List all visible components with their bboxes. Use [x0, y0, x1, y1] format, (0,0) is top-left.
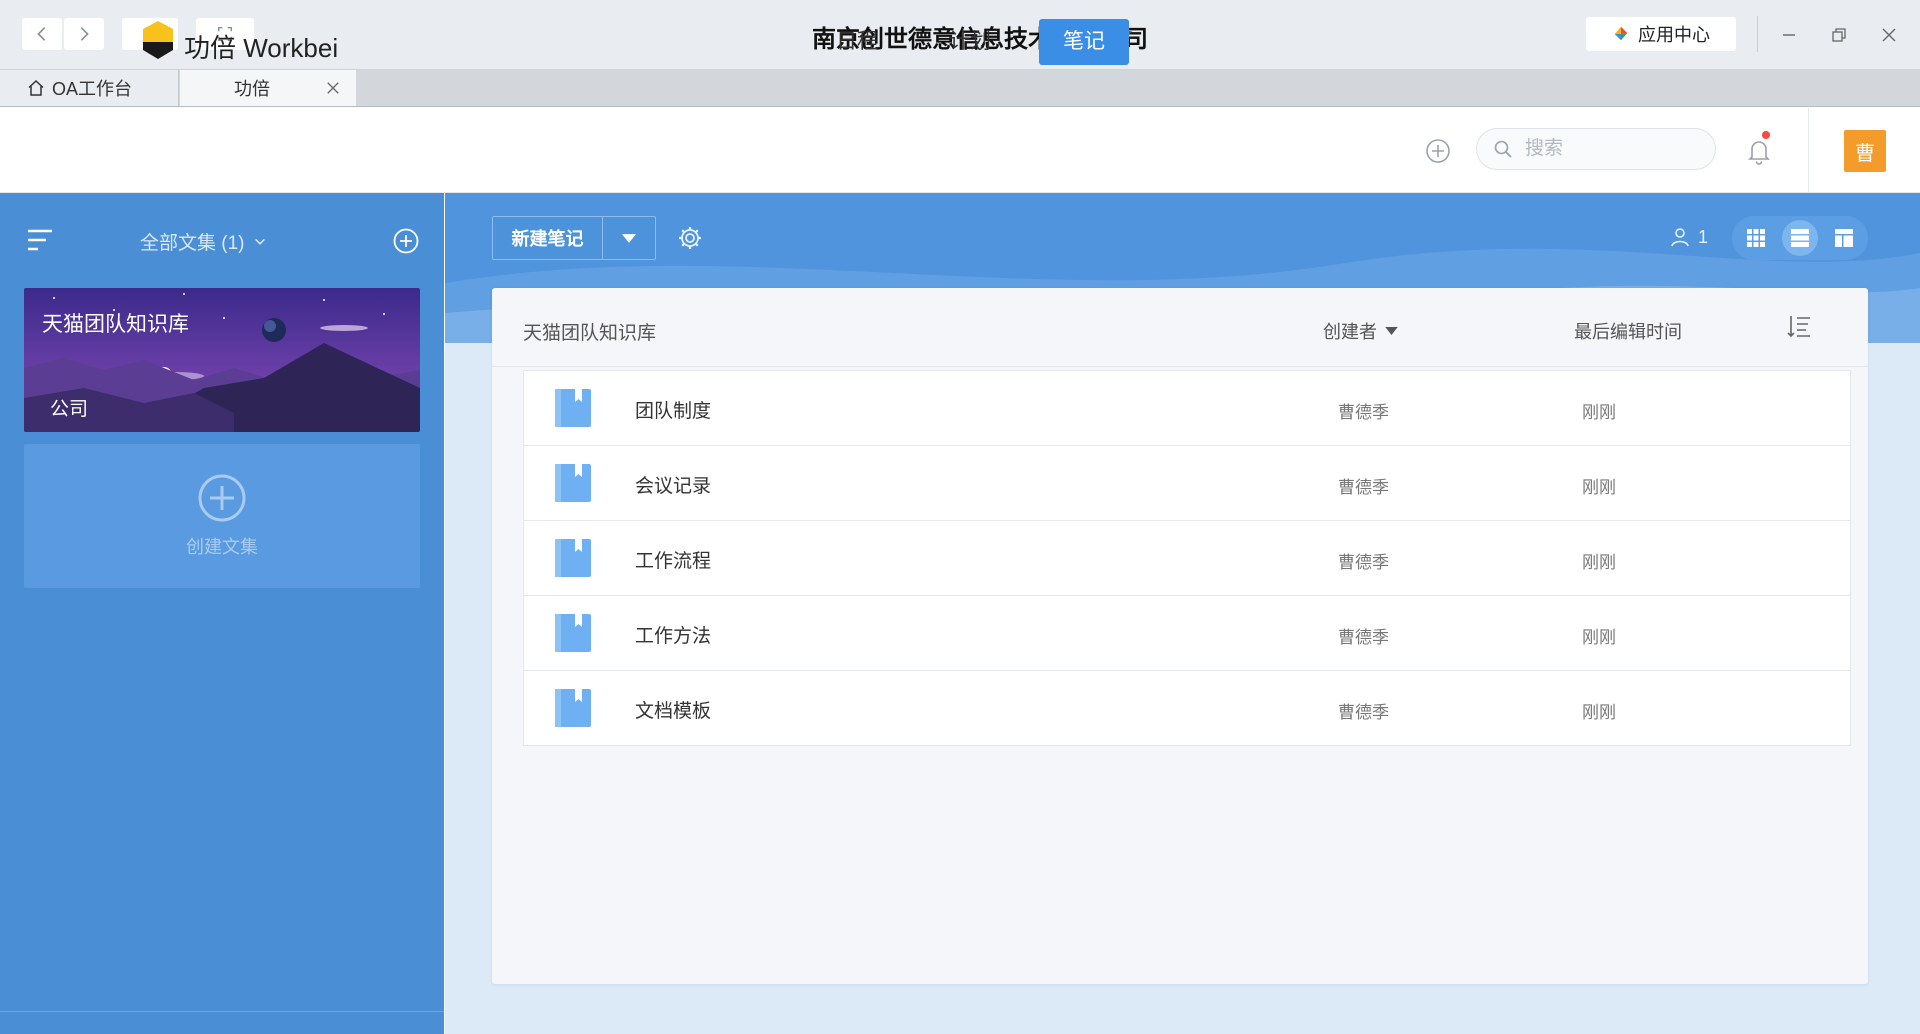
menu-lines-icon[interactable]: [26, 226, 56, 254]
chevron-left-icon: [37, 27, 46, 41]
new-note-dropdown-button[interactable]: [602, 217, 655, 259]
creator-column-filter[interactable]: 创建者: [1323, 318, 1398, 344]
members-button[interactable]: 1: [1670, 226, 1708, 248]
note-edited-time: 刚刚: [1582, 478, 1616, 497]
back-button[interactable]: [22, 18, 62, 50]
collections-dropdown[interactable]: 全部文集 (1): [140, 228, 300, 255]
table-row[interactable]: 工作流程 曹德季 刚刚: [524, 521, 1850, 596]
table-row[interactable]: 团队制度 曹德季 刚刚: [524, 371, 1850, 446]
grid-icon: [1747, 229, 1765, 247]
note-edited-time: 刚刚: [1582, 403, 1616, 422]
notebook-icon: [555, 464, 591, 502]
note-edited-time: 刚刚: [1582, 628, 1616, 647]
add-circle-icon: [198, 474, 246, 522]
notebook-icon: [555, 689, 591, 727]
minimize-icon: [1783, 34, 1795, 36]
notification-badge: [1762, 131, 1770, 139]
caret-down-icon: [622, 233, 636, 243]
member-count: 1: [1698, 226, 1709, 247]
list-icon: [1791, 229, 1809, 247]
table-row[interactable]: 文档模板 曹德季 刚刚: [524, 671, 1850, 745]
create-collection-button[interactable]: 创建文集: [24, 444, 420, 588]
nav-schedule[interactable]: 日程: [822, 19, 892, 65]
note-title: 工作方法: [635, 626, 712, 647]
search-input[interactable]: [1523, 137, 1697, 161]
close-button[interactable]: [1876, 22, 1902, 48]
create-collection-label: 创建文集: [186, 537, 258, 557]
restore-button[interactable]: [1826, 22, 1852, 48]
notification-bell-icon[interactable]: [1744, 136, 1774, 166]
layout-icon: [1835, 229, 1853, 247]
restore-icon: [1832, 28, 1846, 42]
note-creator: 曹德季: [1338, 553, 1389, 572]
divider: [1757, 16, 1758, 52]
app-center-icon: [1614, 26, 1628, 41]
close-tab-icon[interactable]: [326, 81, 340, 95]
search-icon: [1494, 140, 1512, 158]
notes-list: 团队制度 曹德季 刚刚 会议记录 曹德季 刚刚 工作流程 曹德季 刚刚 工作方法 曹德季 刚刚 文档模板…: [523, 370, 1851, 746]
note-creator: 曹德季: [1338, 628, 1389, 647]
tab-label: 功倍: [234, 79, 270, 99]
search-box[interactable]: [1476, 128, 1716, 170]
tab-gongbei[interactable]: 功倍: [180, 70, 356, 106]
app-center-label: 应用中心: [1638, 25, 1710, 45]
brand-name: 功倍 Workbei: [184, 33, 339, 63]
notebook-icon: [555, 539, 591, 577]
notebook-icon: [555, 389, 591, 427]
minimize-button[interactable]: [1776, 22, 1802, 48]
collection-card[interactable]: 天猫团队知识库 公司: [24, 288, 420, 432]
note-creator: 曹德季: [1338, 403, 1389, 422]
chevron-down-icon: [254, 238, 265, 245]
collection-title: 天猫团队知识库: [42, 313, 189, 336]
tab-label: OA工作台: [52, 79, 133, 99]
user-icon: [1671, 228, 1689, 247]
tab-oa-workbench[interactable]: OA工作台: [0, 70, 179, 106]
note-title: 会议记录: [635, 476, 712, 497]
sort-icon[interactable]: [1786, 312, 1814, 340]
new-note-button[interactable]: 新建笔记: [493, 217, 602, 259]
table-row[interactable]: 工作方法 曹德季 刚刚: [524, 596, 1850, 671]
notebook-icon: [555, 614, 591, 652]
note-edited-time: 刚刚: [1582, 703, 1616, 722]
app-center-button[interactable]: 应用中心: [1586, 17, 1736, 51]
collection-tag: 公司: [50, 399, 89, 420]
caret-down-icon: [1385, 327, 1398, 335]
divider: [1808, 108, 1809, 192]
gear-icon[interactable]: [676, 224, 704, 252]
board-view-button[interactable]: [1826, 220, 1862, 256]
note-title: 工作流程: [635, 551, 712, 572]
note-edited-time: 刚刚: [1582, 553, 1616, 572]
library-name: 天猫团队知识库: [523, 323, 657, 344]
add-circle-icon[interactable]: [1424, 137, 1452, 165]
grid-view-button[interactable]: [1738, 220, 1774, 256]
nav-plan[interactable]: 计划: [935, 19, 1005, 65]
home-icon: [28, 79, 44, 96]
note-creator: 曹德季: [1338, 703, 1389, 722]
view-switcher: [1732, 216, 1868, 260]
column-header: 创建者: [1323, 322, 1377, 342]
add-collection-icon[interactable]: [392, 227, 420, 255]
chevron-right-icon: [80, 27, 89, 41]
note-title: 团队制度: [635, 401, 712, 422]
column-header: 最后编辑时间: [1574, 322, 1682, 342]
close-icon: [1882, 28, 1896, 42]
forward-button[interactable]: [64, 18, 104, 50]
collections-label: 全部文集 (1): [140, 233, 245, 254]
nav-notes[interactable]: 笔记: [1039, 19, 1129, 65]
list-view-button[interactable]: [1782, 220, 1818, 256]
tab-strip: OA工作台 功倍: [0, 70, 1920, 107]
divider: [0, 1011, 444, 1012]
user-avatar[interactable]: 曹: [1844, 130, 1886, 172]
note-title: 文档模板: [635, 701, 712, 722]
new-note-split-button: 新建笔记: [492, 216, 656, 260]
workbei-logo-icon: [143, 21, 173, 59]
table-row[interactable]: 会议记录 曹德季 刚刚: [524, 446, 1850, 521]
note-creator: 曹德季: [1338, 478, 1389, 497]
